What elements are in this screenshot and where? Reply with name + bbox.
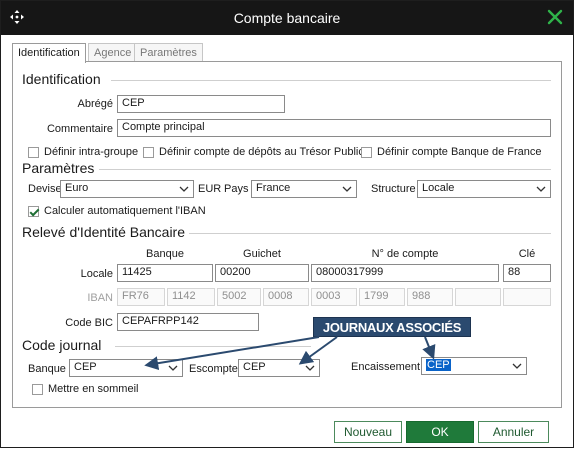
chevron-down-icon: [342, 186, 352, 192]
iban-part: [503, 288, 551, 306]
section-code-journal-heading: Code journal: [22, 337, 102, 353]
checkbox-box-checked[interactable]: [28, 205, 39, 217]
pays-value: France: [256, 182, 291, 194]
journal-banque-value: CEP: [74, 361, 97, 373]
abrege-input[interactable]: CEP: [117, 95, 285, 113]
iban-part: 0008: [263, 288, 309, 306]
journal-banque-select[interactable]: CEP: [69, 359, 183, 377]
column-header-banque: Banque: [146, 248, 184, 260]
encaissement-label: Encaissement: [351, 361, 421, 373]
structure-label: Structure: [371, 183, 416, 195]
column-header-cle: Clé: [518, 248, 536, 260]
locale-label: Locale: [80, 268, 113, 280]
bic-label: Code BIC: [65, 317, 113, 329]
dialog-window: Compte bancaire Identification Agence Pa…: [0, 0, 574, 448]
checkbox-calcul-iban[interactable]: Calculer automatiquement l'IBAN: [28, 205, 206, 217]
checkbox-tresor-public[interactable]: Définir compte de dépôts au Trésor Publi…: [143, 146, 364, 158]
checkbox-label: Mettre en sommeil: [48, 383, 139, 395]
iban-part: 5002: [217, 288, 261, 306]
iban-part: 1799: [359, 288, 405, 306]
checkbox-label: Définir compte Banque de France: [377, 146, 542, 158]
section-divider: [189, 233, 551, 234]
checkbox-banque-de-france[interactable]: Définir compte Banque de France: [361, 146, 541, 158]
rib-guichet-input[interactable]: 00200: [215, 264, 309, 282]
devise-label: Devise: [28, 183, 62, 195]
bic-input[interactable]: CEPAFRPP142: [117, 313, 259, 331]
chevron-down-icon: [168, 365, 178, 371]
abrege-label: Abrégé: [77, 98, 113, 110]
checkbox-box[interactable]: [143, 146, 154, 158]
pays-select[interactable]: France: [251, 180, 357, 198]
title-bar[interactable]: Compte bancaire: [1, 1, 573, 35]
iban-part: 0003: [311, 288, 357, 306]
iban-part: [455, 288, 501, 306]
rib-compte-input[interactable]: 08000317999: [311, 264, 499, 282]
tab-identification[interactable]: Identification: [12, 43, 86, 63]
tab-agence[interactable]: Agence: [88, 43, 138, 62]
checkbox-label: Définir compte de dépôts au Trésor Publi…: [159, 146, 364, 158]
annotation-callout: JOURNAUX ASSOCIÉS: [313, 317, 471, 337]
window-title: Compte bancaire: [233, 10, 341, 26]
section-divider: [111, 80, 551, 81]
escompte-label: Escompte: [189, 363, 238, 375]
structure-value: Locale: [422, 182, 455, 194]
section-divider: [99, 169, 551, 170]
checkbox-mettre-en-sommeil[interactable]: Mettre en sommeil: [32, 383, 138, 395]
encaissement-value: CEP: [426, 359, 451, 371]
ok-button[interactable]: OK: [406, 421, 474, 443]
rib-cle-input[interactable]: 88: [503, 264, 551, 282]
section-rib-heading: Relevé d'Identité Bancaire: [22, 224, 185, 240]
annuler-button[interactable]: Annuler: [478, 421, 549, 443]
iban-part: 988: [407, 288, 453, 306]
checkbox-box[interactable]: [32, 383, 43, 395]
chevron-down-icon: [179, 186, 189, 192]
checkbox-box[interactable]: [28, 146, 39, 158]
iban-part: 1142: [167, 288, 215, 306]
iban-label: IBAN: [87, 292, 113, 304]
checkbox-intra-groupe[interactable]: Définir intra-groupe: [28, 146, 138, 158]
devise-select[interactable]: Euro: [60, 180, 194, 198]
chevron-down-icon: [512, 363, 522, 369]
nouveau-button[interactable]: Nouveau: [334, 421, 402, 443]
column-header-compte: N° de compte: [371, 248, 439, 260]
pays-label: Pays: [224, 183, 249, 195]
tab-parametres[interactable]: Paramètres: [134, 43, 203, 62]
section-identification-heading: Identification: [22, 71, 101, 87]
commentaire-label: Commentaire: [46, 123, 113, 135]
checkbox-box[interactable]: [361, 146, 372, 158]
rib-banque-input[interactable]: 11425: [117, 264, 213, 282]
devise-value: Euro: [65, 182, 89, 194]
section-parametres-heading: Paramètres: [22, 160, 95, 176]
section-divider: [115, 346, 311, 347]
checkbox-label: Calculer automatiquement l'IBAN: [44, 205, 206, 217]
structure-select[interactable]: Locale: [417, 180, 551, 198]
encaissement-select[interactable]: CEP: [421, 357, 527, 375]
chevron-down-icon: [536, 186, 546, 192]
escompte-value: CEP: [243, 361, 266, 373]
devise-code: EUR: [198, 183, 222, 195]
checkbox-label: Définir intra-groupe: [44, 146, 139, 158]
close-icon[interactable]: [545, 7, 565, 27]
journal-banque-label: Banque: [28, 363, 66, 375]
iban-part: FR76: [117, 288, 165, 306]
commentaire-input[interactable]: Compte principal: [117, 119, 551, 137]
escompte-select[interactable]: CEP: [238, 359, 320, 377]
column-header-guichet: Guichet: [243, 248, 281, 260]
chevron-down-icon: [305, 365, 315, 371]
